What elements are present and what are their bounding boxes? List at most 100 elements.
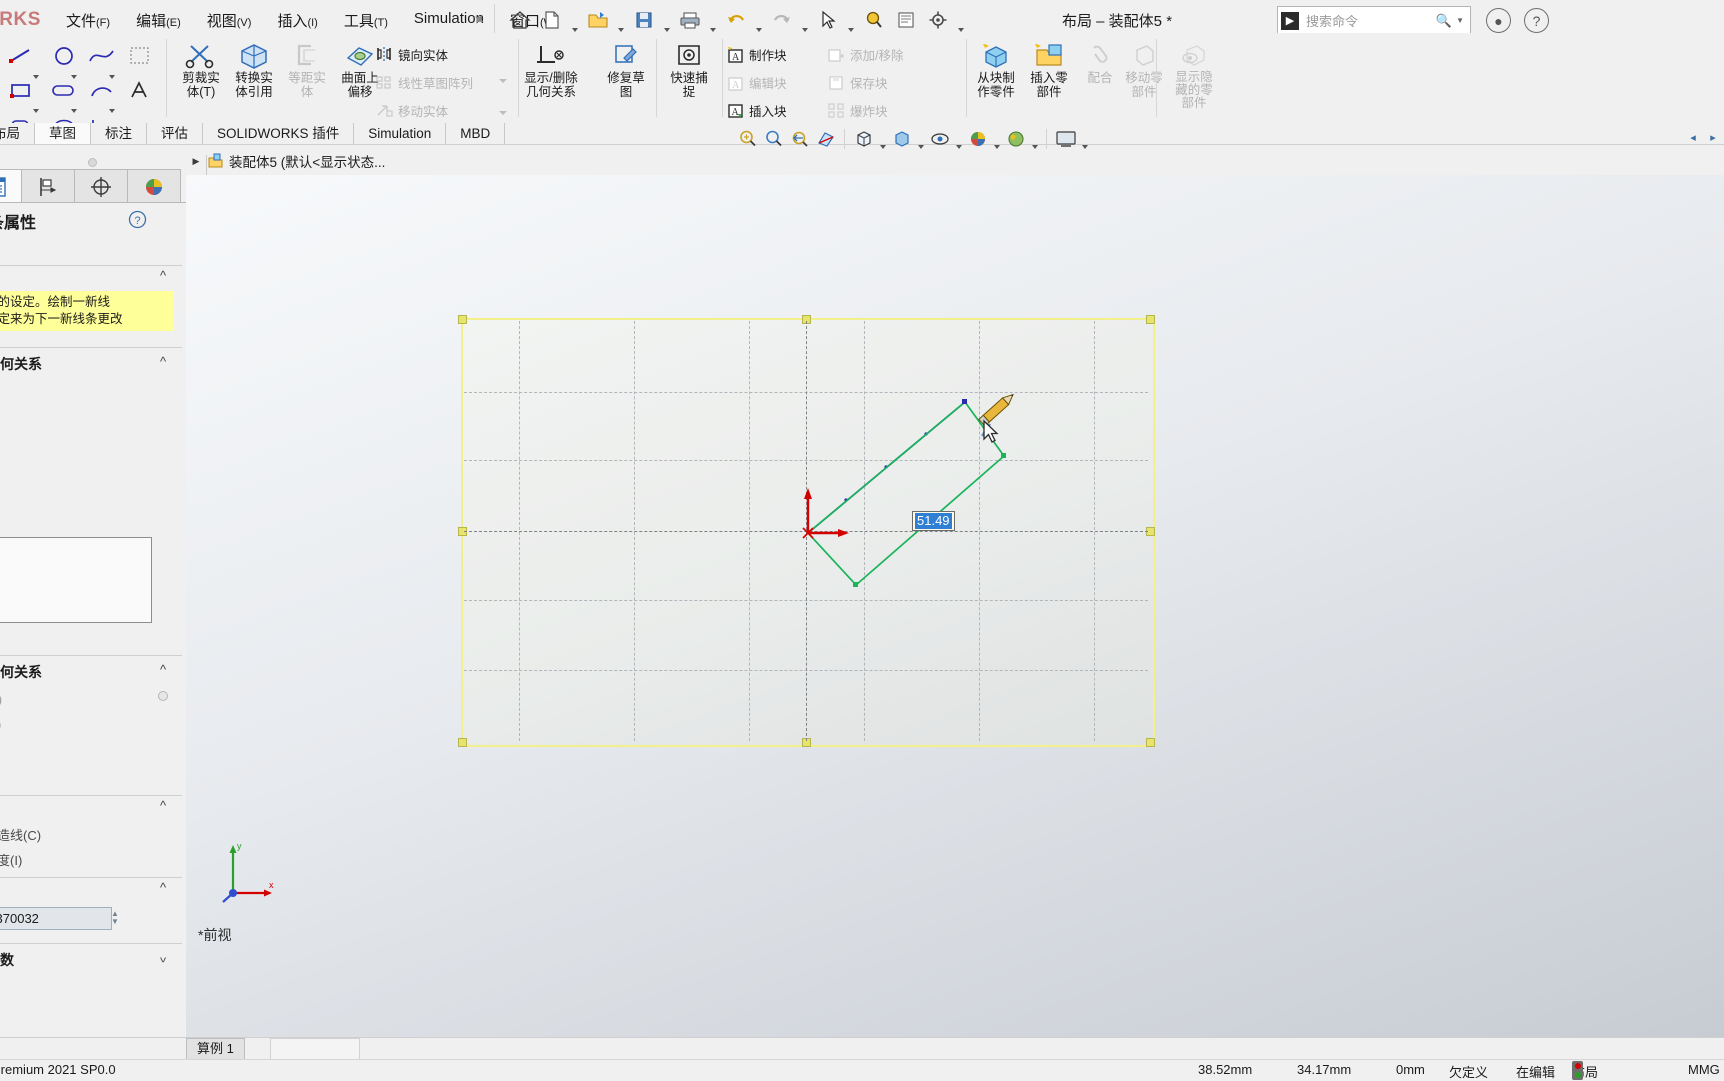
- menu-tools[interactable]: 工具(T): [340, 9, 392, 32]
- extra-parameters-chevron-icon[interactable]: ^: [160, 950, 166, 965]
- save-block-button: 保存块: [827, 71, 888, 93]
- graphics-area[interactable]: 51.49 y x *前视: [186, 175, 1724, 1037]
- gear-icon[interactable]: [923, 4, 953, 36]
- search-command-box[interactable]: ▶ 搜索命令 🔍 ▼: [1277, 6, 1471, 35]
- panel-help-icon[interactable]: ?: [128, 210, 147, 229]
- status-units: MMG: [1688, 1062, 1720, 1077]
- length-value-input[interactable]: 51.49370032: [0, 907, 112, 930]
- edit-block-icon: A: [726, 73, 744, 91]
- menu-file[interactable]: 文件(F): [62, 9, 114, 32]
- insert-block-icon: A: [726, 101, 744, 119]
- tab-evaluate[interactable]: 评估: [147, 123, 203, 145]
- new-document-icon[interactable]: [537, 4, 567, 36]
- trim-entities-button[interactable]: 剪裁实 体(T): [175, 40, 227, 99]
- boundary-handle-bl[interactable]: [458, 738, 467, 747]
- dimension-input-box[interactable]: 51.49: [912, 511, 955, 531]
- rebuild-icon[interactable]: [891, 4, 921, 36]
- message-section-chevron-icon[interactable]: ^: [160, 268, 166, 283]
- tab-sketch[interactable]: 草图: [35, 123, 91, 145]
- parameters-section-chevron-icon[interactable]: ^: [160, 880, 166, 895]
- convert-entities-button[interactable]: 转换实 体引用: [228, 40, 280, 99]
- apply-scene-icon[interactable]: [965, 126, 990, 152]
- redo-icon[interactable]: [767, 4, 797, 36]
- make-part-from-block-button[interactable]: 从块制 作零件: [970, 40, 1022, 99]
- search-caret-icon[interactable]: ▼: [1456, 16, 1464, 25]
- repair-sketch-button[interactable]: 修复草图: [600, 40, 652, 99]
- account-icon[interactable]: ●: [1486, 8, 1511, 33]
- insert-block-button[interactable]: A 插入块: [726, 99, 787, 121]
- sketch-pattern-button[interactable]: [114, 37, 166, 67]
- assembly-tree-label[interactable]: 装配体5 (默认<显示状态...: [229, 151, 385, 171]
- tab-solidworks-addins[interactable]: SOLIDWORKS 插件: [203, 123, 355, 145]
- existing-relations-listbox[interactable]: [0, 537, 152, 623]
- section-extra-parameters-title: 额外参数: [0, 952, 14, 968]
- ribbon-group-sketch-entities: [0, 35, 162, 133]
- open-folder-icon[interactable]: [583, 4, 613, 36]
- traffic-light-icon[interactable]: [1572, 1061, 1583, 1080]
- undo-icon[interactable]: [721, 4, 751, 36]
- view-orientation-icon[interactable]: [851, 126, 876, 152]
- tab-simulation[interactable]: Simulation: [354, 123, 447, 145]
- search-input[interactable]: 搜索命令: [1306, 11, 1436, 30]
- document-title: 布局 – 装配体5 *: [1062, 13, 1173, 30]
- insert-component-button[interactable]: 插入零 部件: [1023, 40, 1075, 99]
- ribbon-group-blocks: A 制作块 A 编辑块 A 插入块 添加/移除 保存块 爆炸块: [726, 35, 956, 121]
- hide-show-items-icon[interactable]: [927, 126, 952, 152]
- collapse-left-icon[interactable]: ◂: [1686, 128, 1700, 146]
- view-settings-icon[interactable]: [1003, 126, 1028, 152]
- select-arrow-icon[interactable]: [813, 4, 843, 36]
- add-relations-chevron-icon[interactable]: ^: [160, 662, 166, 677]
- explode-block-label: 爆炸块: [850, 104, 888, 119]
- make-block-button[interactable]: A 制作块: [726, 43, 787, 65]
- save-icon[interactable]: [629, 4, 659, 36]
- menu-edit[interactable]: 编辑(E): [132, 9, 185, 32]
- ribbon-group-quick-snaps: 快速捕捉: [660, 35, 718, 121]
- section-view-icon[interactable]: [813, 126, 838, 152]
- ribbon-group-sketch-modify: 剪裁实 体(T) 转换实 体引用 等距实体 曲面上 偏移 镜向实体 线性草图阵列…: [170, 35, 515, 121]
- existing-relations-chevron-icon[interactable]: ^: [160, 354, 166, 369]
- magnifier-tool-icon[interactable]: [859, 4, 889, 36]
- text-tool-button[interactable]: [114, 71, 166, 101]
- relation-option-vertical[interactable]: 竖直(V): [0, 714, 1, 733]
- boundary-handle-tl[interactable]: [458, 315, 467, 324]
- zoom-to-fit-icon[interactable]: [735, 126, 760, 152]
- print-icon[interactable]: [675, 4, 705, 36]
- tab-annotation[interactable]: 标注: [91, 123, 147, 145]
- layout-sketch-boundary[interactable]: [461, 318, 1155, 747]
- search-command-icon: ▶: [1281, 11, 1299, 30]
- panel-resize-handle[interactable]: [158, 691, 168, 701]
- configuration-manager-tab[interactable]: [74, 169, 128, 203]
- panel-grip[interactable]: [0, 155, 206, 169]
- boundary-handle-br[interactable]: [1146, 738, 1155, 747]
- checkbox-construction-line[interactable]: 作为构造线(C): [0, 825, 41, 844]
- feature-manager-tab[interactable]: [0, 169, 22, 203]
- relation-option-fix[interactable]: 固定(F): [0, 764, 1, 783]
- zoom-area-icon[interactable]: [761, 126, 786, 152]
- menu-insert[interactable]: 插入(I): [273, 9, 321, 32]
- relation-option-horizontal[interactable]: 水平(H): [0, 689, 2, 708]
- options-section-chevron-icon[interactable]: ^: [160, 798, 166, 813]
- sheet-tab-empty[interactable]: [270, 1038, 360, 1060]
- quick-snaps-button[interactable]: 快速捕捉: [663, 40, 715, 99]
- checkbox-infinite-length[interactable]: 无限长度(I): [0, 850, 22, 869]
- search-icon[interactable]: 🔍: [1436, 13, 1452, 29]
- display-manager-tab[interactable]: [127, 169, 181, 203]
- boundary-handle-tr[interactable]: [1146, 315, 1155, 324]
- display-delete-relations-button[interactable]: 显示/删除 几何关系: [524, 40, 578, 99]
- help-icon[interactable]: ?: [1524, 8, 1549, 33]
- mirror-entities-button[interactable]: 镜向实体: [375, 43, 448, 65]
- menu-view[interactable]: 视图(V): [203, 9, 256, 32]
- display-style-icon[interactable]: [889, 126, 914, 152]
- tab-mbd[interactable]: MBD: [446, 123, 506, 145]
- study-tab[interactable]: 算例 1: [186, 1038, 245, 1060]
- collapse-right-icon[interactable]: ▸: [1706, 128, 1720, 146]
- viewport-layout-icon[interactable]: [1053, 126, 1078, 152]
- previous-view-icon[interactable]: [787, 126, 812, 152]
- length-spinner[interactable]: ▲ ▼: [108, 907, 122, 928]
- tab-layout[interactable]: 布局: [0, 123, 35, 145]
- property-manager-tab[interactable]: [21, 169, 75, 203]
- coordinate-triad: y x: [222, 841, 274, 903]
- dimension-value[interactable]: 51.49: [915, 513, 952, 529]
- home-icon[interactable]: [505, 4, 535, 36]
- expand-arrow-icon[interactable]: ▶: [190, 156, 202, 167]
